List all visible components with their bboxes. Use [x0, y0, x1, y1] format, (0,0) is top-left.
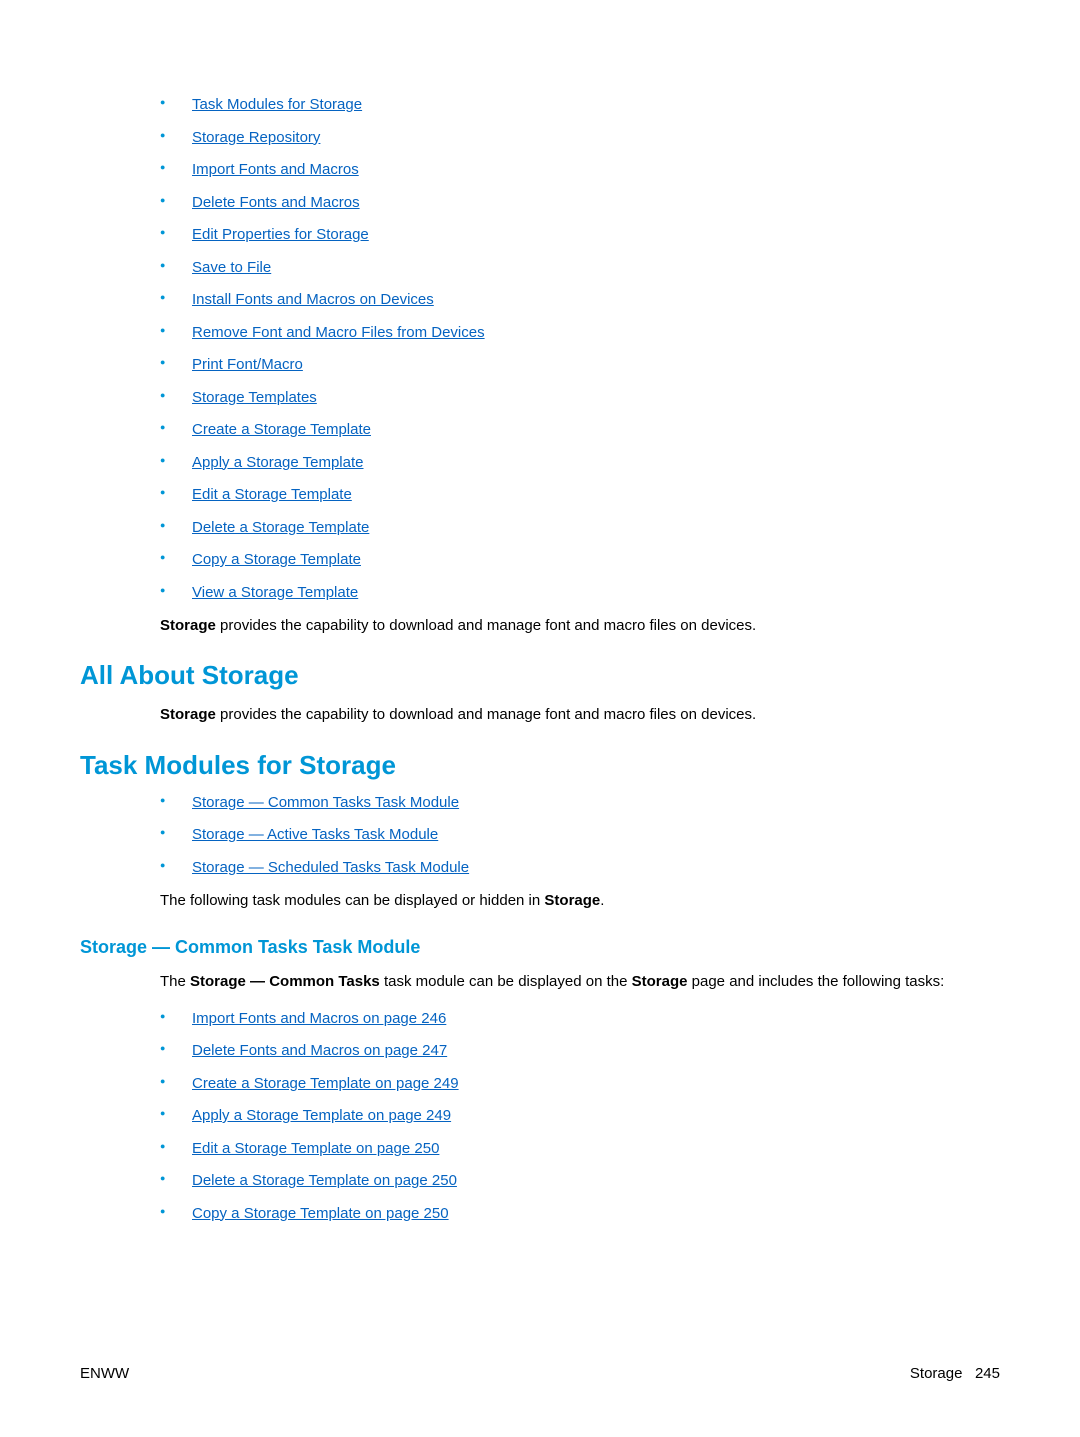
body-run: The following task modules can be displa…: [160, 892, 544, 909]
body-run: provides the capability to download and …: [216, 706, 756, 723]
heading-common-tasks: Storage — Common Tasks Task Module: [80, 937, 1000, 958]
body-run: .: [600, 892, 604, 909]
sub-toc-link[interactable]: Storage — Active Tasks Task Module: [192, 826, 438, 843]
toc-link[interactable]: Apply a Storage Template: [192, 454, 364, 471]
task-link[interactable]: Edit a Storage Template on page 250: [192, 1140, 439, 1157]
task-link[interactable]: Delete Fonts and Macros on page 247: [192, 1042, 447, 1059]
body-run: page and includes the following tasks:: [687, 973, 944, 990]
toc-link[interactable]: Delete a Storage Template: [192, 519, 369, 536]
bold-text: Storage: [632, 973, 688, 990]
toc-link[interactable]: Edit Properties for Storage: [192, 226, 369, 243]
sub-toc-link[interactable]: Storage — Common Tasks Task Module: [192, 794, 459, 811]
footer-page-number: 245: [975, 1365, 1000, 1382]
toc-list: Task Modules for Storage Storage Reposit…: [160, 95, 1000, 602]
task-link[interactable]: Create a Storage Template on page 249: [192, 1075, 459, 1092]
task-link[interactable]: Copy a Storage Template on page 250: [192, 1205, 449, 1222]
toc-link[interactable]: Import Fonts and Macros: [192, 161, 359, 178]
task-link[interactable]: Import Fonts and Macros on page 246: [192, 1010, 446, 1027]
storage-description-1: Storage provides the capability to downl…: [160, 616, 1000, 636]
footer-left: ENWW: [80, 1365, 129, 1382]
common-tasks-description: The Storage — Common Tasks task module c…: [160, 972, 1000, 992]
sub-toc-link[interactable]: Storage — Scheduled Tasks Task Module: [192, 859, 469, 876]
bold-text: Storage — Common Tasks: [190, 973, 380, 990]
bold-text: Storage: [544, 892, 600, 909]
page-footer: ENWW Storage 245: [80, 1365, 1000, 1382]
toc-link[interactable]: Edit a Storage Template: [192, 486, 352, 503]
toc-link[interactable]: Storage Templates: [192, 389, 317, 406]
toc-link[interactable]: Copy a Storage Template: [192, 551, 361, 568]
toc-link[interactable]: Save to File: [192, 259, 271, 276]
body-run: The: [160, 973, 190, 990]
task-link[interactable]: Apply a Storage Template on page 249: [192, 1107, 451, 1124]
toc-link[interactable]: Task Modules for Storage: [192, 96, 362, 113]
toc-link[interactable]: View a Storage Template: [192, 584, 358, 601]
body-run: provides the capability to download and …: [216, 617, 756, 634]
task-modules-description: The following task modules can be displa…: [160, 891, 1000, 911]
heading-all-about-storage: All About Storage: [80, 660, 1000, 691]
bold-text: Storage: [160, 617, 216, 634]
toc-link[interactable]: Remove Font and Macro Files from Devices: [192, 324, 485, 341]
storage-description-2: Storage provides the capability to downl…: [160, 705, 1000, 725]
common-tasks-list: Import Fonts and Macros on page 246 Dele…: [160, 1009, 1000, 1224]
task-modules-sublist: Storage — Common Tasks Task Module Stora…: [160, 793, 1000, 878]
footer-right: Storage 245: [910, 1365, 1000, 1382]
heading-task-modules: Task Modules for Storage: [80, 750, 1000, 781]
task-link[interactable]: Delete a Storage Template on page 250: [192, 1172, 457, 1189]
toc-link[interactable]: Print Font/Macro: [192, 356, 303, 373]
bold-text: Storage: [160, 706, 216, 723]
toc-link[interactable]: Delete Fonts and Macros: [192, 194, 360, 211]
footer-section-label: Storage: [910, 1365, 963, 1382]
toc-link[interactable]: Storage Repository: [192, 129, 320, 146]
toc-link[interactable]: Create a Storage Template: [192, 421, 371, 438]
toc-link[interactable]: Install Fonts and Macros on Devices: [192, 291, 434, 308]
body-run: task module can be displayed on the: [380, 973, 632, 990]
